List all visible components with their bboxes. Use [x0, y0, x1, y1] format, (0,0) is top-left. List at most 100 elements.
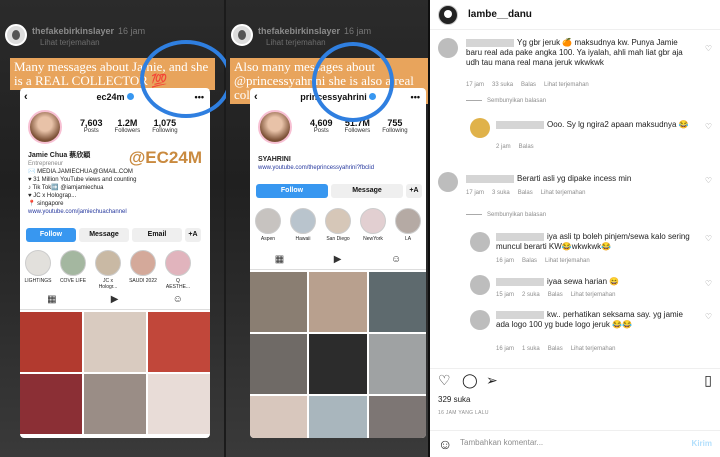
like-heart-icon[interactable]: ♡	[705, 279, 712, 288]
profile-avatar	[28, 110, 62, 144]
reply-link[interactable]: Balas	[519, 144, 534, 150]
post-author-username[interactable]: lambe__danu	[468, 9, 532, 20]
like-count[interactable]: 329 suka	[438, 395, 470, 404]
comment-reply: Ooo. Sy lg ngira2 apaan maksudnya 😂 ♡ 2 …	[430, 116, 720, 156]
grid-photo	[250, 396, 308, 438]
story-translate-link[interactable]: Lihat terjemahan	[266, 38, 326, 47]
profile-tabs: ▦ ▶ ☺	[250, 254, 426, 270]
comment-meta: 17 jam 33 suka Balas Lihat terjemahan	[466, 82, 589, 88]
following-stat: 755 Following	[382, 118, 408, 134]
reply-link[interactable]: Balas	[548, 292, 563, 298]
highlight: LIGHTINGS	[24, 250, 52, 290]
reels-icon: ▶	[333, 254, 342, 265]
comment-text: Berarti asli yg dipake incess min	[466, 174, 694, 184]
share-send-icon[interactable]: ➢	[486, 373, 498, 387]
like-heart-icon[interactable]: ♡	[438, 373, 451, 387]
translate-link[interactable]: Lihat terjemahan	[571, 292, 616, 298]
add-comment-input[interactable]	[460, 438, 680, 447]
comment-meta: 17 jam 3 suka Balas Lihat terjemahan	[466, 190, 586, 196]
story-avatar[interactable]	[231, 24, 253, 46]
grid-photo	[148, 312, 210, 372]
translate-link[interactable]: Lihat terjemahan	[571, 346, 616, 352]
translate-link[interactable]: Lihat terjemahan	[545, 258, 590, 264]
hide-replies-link[interactable]: Sembunyikan balasan	[466, 98, 546, 104]
post-author-avatar[interactable]	[438, 5, 458, 25]
email-button: Email	[132, 228, 182, 242]
comment-reply: kw.. perhatikan seksama say. yg jamie ad…	[430, 308, 720, 356]
post-grid	[250, 272, 426, 438]
translate-link[interactable]: Lihat terjemahan	[541, 190, 586, 196]
comment-text: Ooo. Sy lg ngira2 apaan maksudnya 😂	[496, 120, 694, 130]
like-heart-icon[interactable]: ♡	[705, 176, 712, 185]
profile-bio: SYAHRINI www.youtube.com/theprincessyahr…	[258, 156, 375, 171]
blurred-username[interactable]	[496, 310, 544, 319]
highlight: JC x Hologr...	[94, 250, 122, 290]
blurred-username[interactable]	[466, 174, 514, 183]
post-actions: ♡ ◯ ➢ ▯	[430, 368, 720, 390]
comment-bubble-icon[interactable]: ◯	[462, 373, 478, 387]
commenter-avatar[interactable]	[470, 118, 490, 138]
grid-photo	[368, 396, 426, 438]
profile-avatar	[258, 110, 292, 144]
message-button: Message	[331, 184, 403, 198]
commenter-avatar[interactable]	[470, 275, 490, 295]
highlight: SAUDI 2022	[129, 250, 157, 290]
story-username[interactable]: thefakebirkinslayer 16 jam	[258, 26, 371, 36]
commenter-avatar[interactable]	[438, 172, 458, 192]
hide-replies-link[interactable]: Sembunyikan balasan	[466, 212, 546, 218]
profile-buttons: Follow Message Email +A	[26, 228, 201, 242]
follow-button: Follow	[256, 184, 328, 198]
story-username[interactable]: thefakebirkinslayer 16 jam	[32, 26, 145, 36]
grid-photo	[148, 374, 210, 434]
back-arrow-icon: ‹	[254, 91, 258, 103]
blurred-username[interactable]	[466, 38, 514, 47]
message-button: Message	[79, 228, 129, 242]
translate-link[interactable]: Lihat terjemahan	[544, 82, 589, 88]
like-heart-icon[interactable]: ♡	[705, 44, 712, 53]
story-header: thefakebirkinslayer 16 jam Lihat terjemah…	[226, 20, 428, 50]
comment: Yg gbr jeruk 🍊 maksudnya kw. Punya Jamie…	[430, 38, 720, 98]
like-heart-icon[interactable]: ♡	[705, 234, 712, 243]
story-highlights: Aspen Hawaii San Diego NewYork LA	[254, 208, 422, 242]
grid-photo	[368, 334, 426, 394]
blurred-username[interactable]	[496, 277, 544, 286]
profile-screenshot-jamie: ‹ ec24m ••• 7,603 Posts 1.2M Followers 1,0…	[20, 88, 210, 438]
grid-photo	[84, 374, 146, 434]
grid-photo	[368, 272, 426, 332]
blurred-username[interactable]	[496, 232, 544, 241]
story-avatar[interactable]	[5, 24, 27, 46]
back-arrow-icon: ‹	[24, 91, 28, 103]
highlight: COVE LIFE	[59, 250, 87, 290]
profile-handle: ec24m	[96, 92, 125, 102]
followers-stat: 1.2M Followers	[114, 118, 141, 134]
reply-link[interactable]: Balas	[548, 346, 563, 352]
reply-link[interactable]: Balas	[518, 190, 533, 196]
commenter-avatar[interactable]	[470, 310, 490, 330]
highlight: San Diego	[324, 208, 352, 242]
grid-photo	[309, 272, 367, 332]
blurred-username[interactable]	[496, 120, 544, 129]
story-translate-link[interactable]: Lihat terjemahan	[40, 38, 100, 47]
post-panel: lambe__danu Yg gbr jeruk 🍊 maksudnya kw.…	[430, 0, 720, 457]
reply-link[interactable]: Balas	[522, 258, 537, 264]
like-heart-icon[interactable]: ♡	[705, 312, 712, 321]
story-screens: thefakebirkinslayer 16 jam Lihat terjemah…	[0, 0, 428, 457]
post-header: lambe__danu	[430, 0, 720, 30]
reply-link[interactable]: Balas	[521, 82, 536, 88]
story-highlights: LIGHTINGS COVE LIFE JC x Hologr... SAUDI…	[24, 250, 192, 290]
follow-button: Follow	[26, 228, 76, 242]
like-heart-icon[interactable]: ♡	[705, 122, 712, 131]
grid-photo	[250, 272, 308, 332]
highlight: LA	[394, 208, 422, 242]
highlight: Hawaii	[289, 208, 317, 242]
grid-photo	[84, 312, 146, 372]
reels-icon: ▶	[110, 294, 119, 305]
commenter-avatar[interactable]	[470, 232, 490, 252]
commenter-avatar[interactable]	[438, 38, 458, 58]
comment-text: kw.. perhatikan seksama say. yg jamie ad…	[496, 310, 683, 329]
bookmark-icon[interactable]: ▯	[704, 373, 712, 387]
emoji-smiley-icon[interactable]: ☺	[438, 436, 452, 452]
comment-meta: 2 jam Balas	[496, 144, 534, 150]
post-comment-button[interactable]: Kirim	[692, 439, 712, 448]
posts-stat: 4,609 Posts	[310, 118, 333, 134]
